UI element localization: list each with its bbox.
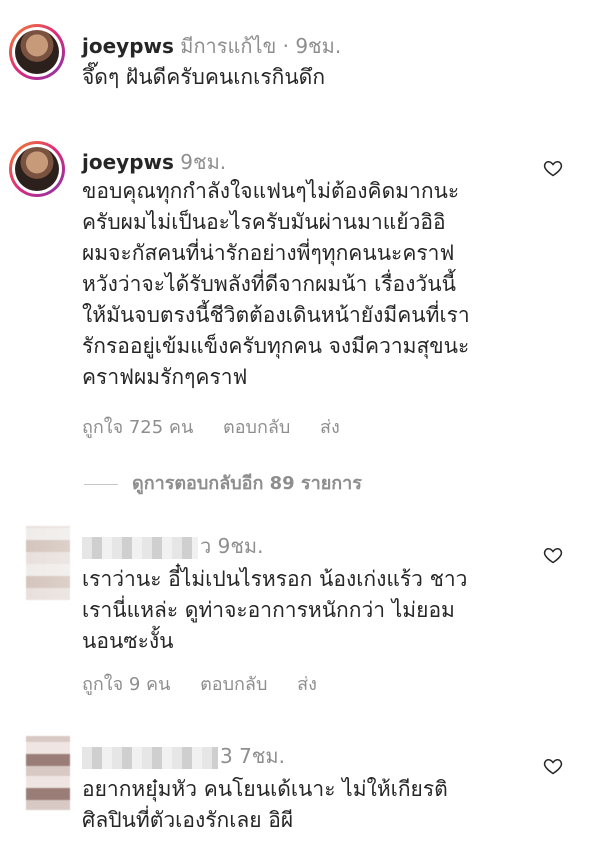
avatar[interactable] [9, 24, 65, 80]
username[interactable]: joeypws [82, 34, 174, 58]
avatar-photo [15, 147, 59, 191]
comment-text: จึ๊ดๆ ฝันดีครับคนเกเรกินดึก [82, 65, 326, 89]
likes-count[interactable]: ถูกใจ 725 คน [82, 417, 193, 438]
comment-meta: 3 7ชม. [220, 744, 285, 768]
comment-header: ว 9ชม. [82, 530, 263, 562]
comment-header: 3 7ชม. [82, 740, 285, 772]
comment-meta: 9ชม. [173, 150, 227, 174]
heart-icon[interactable] [543, 158, 563, 178]
comment-actions: ถูกใจ 725 คน ตอบกลับ ส่ง [82, 412, 364, 441]
comment-line: คราฟผมรักๆคราฟ [82, 365, 248, 389]
comment-line: รักรออยู่เข้มแข็งครับทุกคน จงมีความสุขนะ [82, 334, 470, 358]
avatar[interactable] [26, 526, 70, 600]
comment-line: อยากหยุ๋มหัว คนโยนเด้เนาะ ไม่ให้เกียรติ [82, 777, 448, 801]
username-redacted [82, 746, 218, 769]
comment-line: นอนซะงั้น [82, 629, 174, 653]
send-button[interactable]: ส่ง [297, 674, 317, 695]
replies-divider [84, 483, 118, 485]
comment-actions: ถูกใจ 9 คน ตอบกลับ ส่ง [82, 669, 341, 698]
comment-text: เราว่านะ อี๋ไม่เปนไรหรอก น้องเก่งแร้ว ชา… [82, 564, 467, 657]
avatar[interactable] [26, 736, 70, 810]
username-redacted [82, 536, 198, 559]
avatar[interactable] [9, 141, 65, 197]
avatar-inner [12, 27, 62, 77]
comment-line: ศิลปินที่ตัวเองรักเลย อิผี [82, 808, 294, 832]
comment-line: หวังว่าจะได้รับพลังที่ดีจากผมน้า เรื่องว… [82, 272, 456, 296]
heart-icon[interactable] [543, 545, 563, 565]
reply-button[interactable]: ตอบกลับ [223, 417, 290, 438]
comment-line: ครับผมไม่เป็นอะไรครับมันผ่านมาแย้วอิอิ [82, 210, 446, 234]
comment-header: joeypws 9ชม. [82, 146, 226, 178]
likes-count[interactable]: ถูกใจ 9 คน [82, 674, 170, 695]
view-replies-button[interactable]: ดูการตอบกลับอีก 89 รายการ [84, 468, 362, 497]
comment-line: เราว่านะ อี๋ไม่เปนไรหรอก น้องเก่งแร้ว ชา… [82, 567, 468, 591]
comment-line: เรานี่แหล่ะ ดูท่าจะอาการหนักกว่า ไม่ยอม [82, 598, 455, 622]
view-replies-label: ดูการตอบกลับอีก 89 รายการ [132, 473, 362, 494]
comment-text: อยากหยุ๋มหัว คนโยนเด้เนาะ ไม่ให้เกียรติ … [82, 774, 448, 836]
reply-button[interactable]: ตอบกลับ [200, 674, 267, 695]
comment-line: ขอบคุณทุกกำลังใจแฟนๆไม่ต้องคิดมากนะ [82, 179, 460, 203]
comment-header: joeypws มีการแก้ไข · 9ชม. [82, 30, 341, 62]
heart-icon[interactable] [543, 756, 563, 776]
username[interactable]: joeypws [82, 150, 174, 174]
avatar-photo [15, 30, 59, 74]
comment-meta: ว 9ชม. [200, 534, 264, 558]
comment-text: ขอบคุณทุกกำลังใจแฟนๆไม่ต้องคิดมากนะ ครับ… [82, 176, 470, 393]
comment-meta: มีการแก้ไข · 9ชม. [173, 34, 342, 58]
comment-line: ให้มันจบตรงนี้ชีวิตต้องเดินหน้ายังมีคนที… [82, 303, 470, 327]
comment-line: ผมจะกัสคนที่น่ารักอย่างพี่ๆทุกคนนะคราฟ [82, 241, 455, 265]
send-button[interactable]: ส่ง [320, 417, 340, 438]
avatar-inner [12, 144, 62, 194]
